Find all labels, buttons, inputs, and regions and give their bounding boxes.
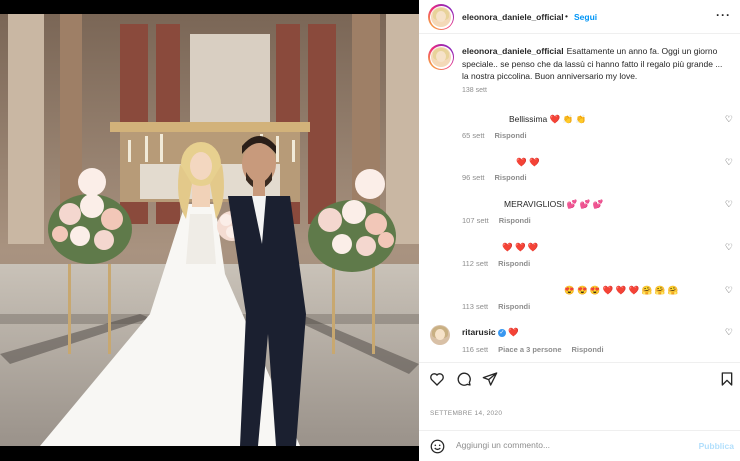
share-icon[interactable] — [482, 371, 498, 387]
heart-icon[interactable]: ♡ — [725, 327, 733, 338]
heart-icon[interactable] — [429, 371, 445, 387]
comment-text: MERAVIGLIOSI 💕 💕 💕 — [504, 199, 604, 209]
more-icon[interactable]: ··· — [716, 8, 731, 22]
post-header: eleonora_daniele_official • Segui ··· — [419, 0, 740, 34]
comment-time[interactable]: 116 sett — [462, 345, 488, 354]
comment-time[interactable]: 112 sett — [462, 259, 488, 268]
reply-button[interactable]: Rispondi — [495, 173, 527, 182]
comment-emoji: ❤️ — [508, 327, 519, 337]
heart-icon[interactable]: ♡ — [725, 157, 733, 168]
add-comment-bar: Pubblica — [419, 430, 740, 461]
reply-button[interactable]: Rispondi — [499, 216, 531, 225]
caption-avatar[interactable] — [428, 44, 454, 70]
caption-username[interactable]: eleonora_daniele_official — [462, 46, 564, 56]
post-photo[interactable] — [0, 14, 419, 446]
comment-text: ❤️ ❤️ — [516, 157, 540, 167]
emoji-icon[interactable] — [430, 439, 445, 454]
action-bar — [419, 362, 740, 402]
comment-text: ritarusic ✓ ❤️ — [462, 327, 519, 338]
separator-dot: • — [565, 11, 568, 21]
comment-time[interactable]: 113 sett — [462, 302, 488, 311]
comment-text: ❤️ ❤️ ❤️ — [502, 242, 539, 252]
verified-icon: ✓ — [497, 328, 506, 337]
instagram-post-modal: eleonora_daniele_official • Segui ··· el… — [0, 0, 740, 461]
comment-time[interactable]: 107 sett — [462, 216, 489, 225]
bookmark-icon[interactable] — [719, 371, 735, 387]
publish-button[interactable]: Pubblica — [699, 441, 734, 451]
post-date[interactable]: SETTEMBRE 14, 2020 — [430, 410, 502, 417]
post-caption: eleonora_daniele_official Esattamente un … — [462, 45, 730, 83]
author-username[interactable]: eleonora_daniele_official — [462, 12, 564, 22]
heart-icon[interactable]: ♡ — [725, 242, 733, 253]
comment-icon[interactable] — [456, 371, 472, 387]
heart-icon[interactable]: ♡ — [725, 114, 733, 125]
commenter-avatar[interactable] — [430, 325, 450, 345]
follow-button[interactable]: Segui — [574, 12, 597, 22]
reply-button[interactable]: Rispondi — [572, 345, 604, 354]
heart-icon[interactable]: ♡ — [725, 285, 733, 296]
author-avatar[interactable] — [428, 4, 454, 30]
heart-icon[interactable]: ♡ — [725, 199, 733, 210]
caption-timestamp[interactable]: 138 sett — [462, 87, 487, 94]
reply-button[interactable]: Rispondi — [498, 259, 530, 268]
comment-time[interactable]: 96 sett — [462, 173, 485, 182]
reply-button[interactable]: Rispondi — [498, 302, 530, 311]
comment-input[interactable] — [456, 440, 676, 450]
reply-button[interactable]: Rispondi — [495, 131, 527, 140]
wedding-photo-illustration — [0, 14, 419, 446]
post-side-panel: eleonora_daniele_official • Segui ··· el… — [419, 0, 740, 461]
comment-text: Bellissima ❤️ 👏 👏 — [509, 114, 587, 124]
comment-text: 😍 😍 😍 ❤️ ❤️ ❤️ 🤗 🤗 🤗 — [564, 285, 679, 295]
comment-time[interactable]: 65 sett — [462, 131, 485, 140]
likes-count[interactable]: Piace a 3 persone — [498, 345, 561, 354]
commenter-username[interactable]: ritarusic — [462, 327, 496, 337]
